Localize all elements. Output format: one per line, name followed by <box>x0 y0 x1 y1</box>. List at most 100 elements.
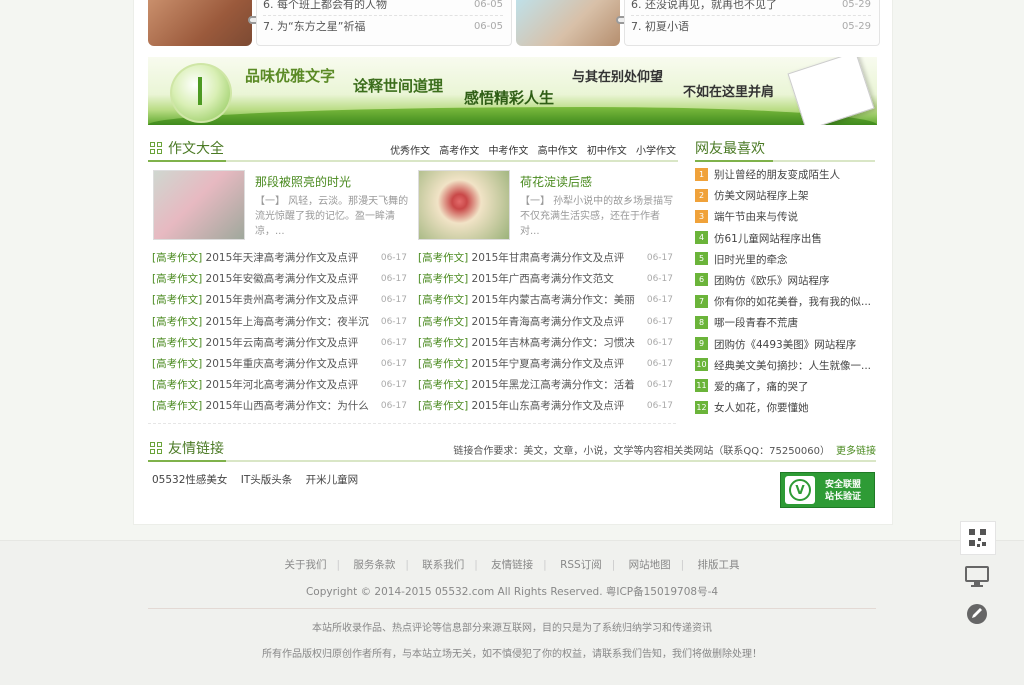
article-list-left: [高考作文] 2015年天津高考满分作文及点评 06-17 [高考作文] 2015… <box>152 248 407 418</box>
list-item[interactable]: [高考作文] 2015年黑龙江高考满分作文：活着 06-17 <box>418 375 673 396</box>
list-item[interactable]: 7. 初夏小语 05-29 <box>631 17 871 37</box>
article-thumbnail[interactable] <box>516 0 620 46</box>
friend-links: 05532性感美女 IT头版头条 开米儿童网 <box>152 472 368 487</box>
grid-icon <box>150 142 162 154</box>
banner-hill <box>148 107 877 125</box>
list-item[interactable]: [高考作文] 2015年宁夏高考满分作文及点评 06-17 <box>418 354 673 375</box>
featured-article[interactable]: 那段被照亮的时光 【一】 风轻，云淡。那漫天飞舞的流光惊醒了我的记忆。盈一眸清凉… <box>153 170 411 242</box>
article-thumbnail[interactable] <box>148 0 252 46</box>
security-badge[interactable]: V 安全联盟 站长验证 <box>780 472 875 508</box>
list-item[interactable]: [高考作文] 2015年天津高考满分作文及点评 06-17 <box>152 248 407 269</box>
essay-section-header: 作文大全 优秀作文 高考作文 中考作文 高中作文 初中作文 小学作文 <box>148 136 678 162</box>
list-item[interactable]: [高考作文] 2015年安徽高考满分作文及点评 06-17 <box>152 269 407 290</box>
rank-item[interactable]: 2 仿美文网站程序上架 <box>695 186 875 207</box>
list-item[interactable]: [高考作文] 2015年广西高考满分作文范文 06-17 <box>418 269 673 290</box>
footer-link-about[interactable]: 关于我们 <box>285 559 327 571</box>
featured-title[interactable]: 那段被照亮的时光 <box>255 173 351 190</box>
promo-banner[interactable]: 品味优雅文字 诠释世间道理 感悟精彩人生 与其在别处仰望 不如在这里并肩 <box>148 57 877 125</box>
footer-link-rss[interactable]: RSS订阅 <box>560 559 602 571</box>
section-title: 网友最喜欢 <box>695 141 765 157</box>
list-item[interactable]: [高考作文] 2015年云南高考满分作文及点评 06-17 <box>152 333 407 354</box>
footer-notice: 所有作品版权归原创作者所有，与本站立场无关，如不慎侵犯了你的权益，请联系我们告知… <box>262 649 762 660</box>
footer-link-layout-tool[interactable]: 排版工具 <box>697 559 739 571</box>
monitor-icon[interactable] <box>960 562 994 594</box>
featured-desc: 【一】 风轻，云淡。那漫天飞舞的流光惊醒了我的记忆。盈一眸清凉，... <box>255 196 409 237</box>
section-title: 友情链接 <box>168 441 224 457</box>
favorites-section-header: 网友最喜欢 <box>695 136 875 162</box>
more-links-link[interactable]: 更多链接 <box>836 446 876 457</box>
rank-number: 5 <box>695 252 708 266</box>
list-item[interactable]: [高考作文] 2015年青海高考满分作文及点评 06-17 <box>418 312 673 333</box>
banner-text: 品味优雅文字 <box>245 68 336 85</box>
footer-link-sitemap[interactable]: 网站地图 <box>629 559 671 571</box>
footer: 关于我们 | 服务条款 | 联系我们 | 友情链接 | RSS订阅 | 网站地图 | 排版工… <box>0 540 1024 685</box>
list-item[interactable]: [高考作文] 2015年内蒙古高考满分作文：美丽 06-17 <box>418 290 673 311</box>
footer-divider <box>148 608 876 609</box>
copyright: Copyright © 2014-2015 05532.com All Righ… <box>305 586 719 598</box>
rank-item[interactable]: 4 仿61儿童网站程序出售 <box>695 229 875 250</box>
list-item[interactable]: [高考作文] 2015年甘肃高考满分作文及点评 06-17 <box>418 248 673 269</box>
list-item[interactable]: [高考作文] 2015年贵州高考满分作文及点评 06-17 <box>152 290 407 311</box>
list-item[interactable]: 6. 每个班上都会有的人物 06-05 <box>263 0 503 16</box>
tab-middleschool[interactable]: 初中作文 <box>587 146 627 157</box>
rank-number: 2 <box>695 188 708 202</box>
tab-primary[interactable]: 小学作文 <box>636 146 676 157</box>
rank-item[interactable]: 10 经典美文美句摘抄：人生就像一... <box>695 356 875 377</box>
tab-excellent[interactable]: 优秀作文 <box>390 146 430 157</box>
essay-category-tabs: 优秀作文 高考作文 中考作文 高中作文 初中作文 小学作文 <box>384 142 676 157</box>
list-item[interactable]: [高考作文] 2015年上海高考满分作文：夜半沉 06-17 <box>152 312 407 333</box>
list-item[interactable]: [高考作文] 2015年重庆高考满分作文及点评 06-17 <box>152 354 407 375</box>
rank-item[interactable]: 5 旧时光里的牵念 <box>695 250 875 271</box>
tab-highschool[interactable]: 高中作文 <box>538 146 578 157</box>
banner-text: 不如在这里并肩 <box>683 84 775 99</box>
friend-link[interactable]: 05532性感美女 <box>152 474 227 486</box>
edit-icon[interactable] <box>960 598 994 630</box>
featured-thumbnail[interactable] <box>153 170 245 240</box>
qr-code-icon[interactable] <box>960 521 996 555</box>
header-accent-bar <box>695 160 773 162</box>
list-item[interactable]: [高考作文] 2015年山西高考满分作文：为什么 06-17 <box>152 396 407 417</box>
tab-gaokao[interactable]: 高考作文 <box>439 146 479 157</box>
friends-section-header: 友情链接 链接合作要求：美文，文章，小说，文学等内容相关类网站（联系QQ：752… <box>148 436 876 462</box>
rank-item[interactable]: 8 哪一段青春不荒唐 <box>695 313 875 334</box>
list-item[interactable]: [高考作文] 2015年吉林高考满分作文：习惯决 06-17 <box>418 333 673 354</box>
sprout-illustration <box>198 77 202 105</box>
section-title: 作文大全 <box>168 141 224 157</box>
rank-item[interactable]: 3 端午节由来与传说 <box>695 207 875 228</box>
shield-check-icon: V <box>785 476 815 504</box>
footer-link-friends[interactable]: 友情链接 <box>491 559 533 571</box>
rank-number: 1 <box>695 167 708 181</box>
mini-article-list: 6. 还没说再见，就再也不见了 05-29 7. 初夏小语 05-29 <box>624 0 880 46</box>
footer-link-terms[interactable]: 服务条款 <box>353 559 395 571</box>
list-item[interactable]: [高考作文] 2015年河北高考满分作文及点评 06-17 <box>152 375 407 396</box>
featured-title[interactable]: 荷花淀读后感 <box>520 173 592 190</box>
rank-item[interactable]: 1 别让曾经的朋友变成陌生人 <box>695 165 875 186</box>
footer-link-contact[interactable]: 联系我们 <box>422 559 464 571</box>
rank-number: 10 <box>695 358 708 372</box>
rank-item[interactable]: 6 团购仿《欧乐》网站程序 <box>695 271 875 292</box>
link-requirements: 链接合作要求：美文，文章，小说，文学等内容相关类网站（联系QQ：75250060… <box>453 446 876 457</box>
rank-item[interactable]: 12 女人如花，你要懂她 <box>695 398 875 419</box>
friend-link[interactable]: IT头版头条 <box>241 474 293 486</box>
tab-zhongkao[interactable]: 中考作文 <box>488 146 528 157</box>
rank-number: 9 <box>695 337 708 350</box>
book-illustration <box>787 57 875 125</box>
mini-article-list: 6. 每个班上都会有的人物 06-05 7. 为“东方之星”祈福 06-05 <box>256 0 512 46</box>
rank-number: 8 <box>695 315 708 329</box>
footer-notice: 本站所收录作品、热点评论等信息部分来源互联网，目的只是为了系统归纳学习和传递资讯 <box>312 623 712 634</box>
list-item[interactable]: 6. 还没说再见，就再也不见了 05-29 <box>631 0 871 16</box>
rank-number: 11 <box>695 379 708 393</box>
rank-item[interactable]: 11 爱的痛了，痛的哭了 <box>695 377 875 398</box>
list-item[interactable]: 7. 为“东方之星”祈福 06-05 <box>263 17 503 37</box>
top-list-right: 6. 还没说再见，就再也不见了 05-29 7. 初夏小语 05-29 <box>516 0 880 46</box>
header-accent-bar <box>148 460 226 462</box>
list-item[interactable]: [高考作文] 2015年山东高考满分作文及点评 06-17 <box>418 396 673 417</box>
favorites-ranking-list: 1 别让曾经的朋友变成陌生人 2 仿美文网站程序上架 3 端午节由来与传说 4 仿61儿… <box>695 165 875 419</box>
featured-thumbnail[interactable] <box>418 170 510 240</box>
rank-item[interactable]: 7 你有你的如花美眷，我有我的似... <box>695 292 875 313</box>
rank-item[interactable]: 9 团购仿《4493美图》网站程序 <box>695 335 875 356</box>
friend-link[interactable]: 开米儿童网 <box>306 474 359 486</box>
banner-text: 感悟精彩人生 <box>464 90 555 107</box>
rank-number: 3 <box>695 209 708 223</box>
featured-article[interactable]: 荷花淀读后感 【一】 孙犁小说中的故乡场景描写不仅充满生活实感，还在于作者对..… <box>418 170 676 242</box>
